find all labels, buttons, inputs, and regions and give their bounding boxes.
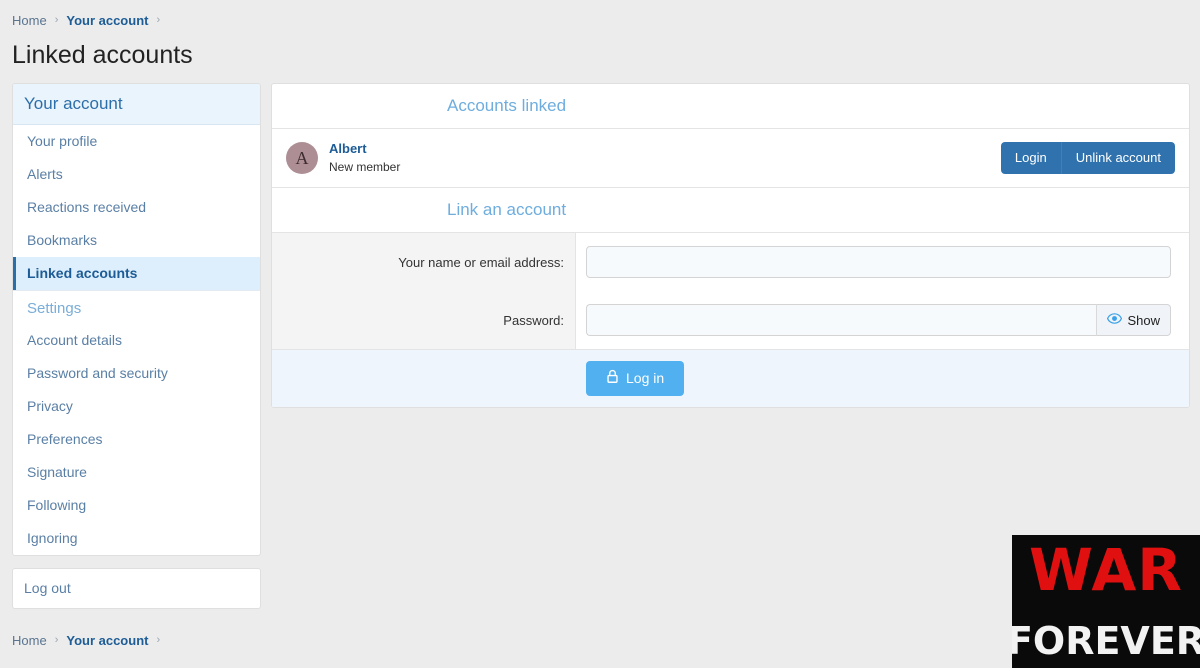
sidebar-item-privacy[interactable]: Privacy [13,390,260,423]
war-forever-banner-image: WAR FOREVER [1012,535,1200,668]
breadcrumb-your-account-link-bottom[interactable]: Your account [66,633,148,648]
sidebar-item-bookmarks[interactable]: Bookmarks [13,224,260,257]
sidebar-item-following[interactable]: Following [13,489,260,522]
main-panel: Accounts linked A Albert New member Logi… [271,83,1190,408]
sidebar-item-your-profile[interactable]: Your profile [13,125,260,158]
sidebar-item-password-and-security[interactable]: Password and security [13,357,260,390]
password-field-wrapper: Show [576,291,1189,349]
sidebar-section-settings: Settings [27,300,82,317]
breadcrumb-top: Home › Your account › [0,0,1200,40]
account-meta: Albert New member [329,141,400,175]
password-input-group: Show [586,304,1171,336]
form-footer: Log in [272,349,1189,407]
accounts-linked-header: Accounts linked [272,84,1189,129]
name-field-label: Your name or email address: [272,233,576,291]
sidebar-item-reactions-received[interactable]: Reactions received [13,191,260,224]
breadcrumb-separator-icon: › [156,634,161,646]
account-action-group: Login Unlink account [1000,142,1175,174]
show-password-button[interactable]: Show [1096,304,1171,336]
sidebar-item-ignoring[interactable]: Ignoring [13,522,260,555]
eye-icon [1107,311,1123,329]
page-title: Linked accounts [12,41,193,69]
banner-forever-text: FOREVER [1012,619,1200,663]
log-in-button[interactable]: Log in [586,361,685,396]
linked-account-row: A Albert New member Login Unlink account [272,129,1189,188]
name-field-wrapper [576,233,1189,291]
sidebar-item-preferences[interactable]: Preferences [13,423,260,456]
log-in-label: Log in [626,370,665,386]
breadcrumb-home-link-bottom[interactable]: Home [12,633,47,648]
account-username-link[interactable]: Albert [329,141,400,157]
breadcrumb-separator-icon: › [54,634,59,646]
logout-link[interactable]: Log out [13,569,260,608]
sidebar-item-signature[interactable]: Signature [13,456,260,489]
lock-icon [606,369,619,388]
banner-war-text: WAR [1029,536,1183,604]
link-account-form: Your name or email address: Password: Sh… [272,233,1189,407]
link-an-account-header: Link an account [272,188,1189,233]
sidebar-item-account-details[interactable]: Account details [13,324,260,357]
form-row-password: Password: Show [272,291,1189,349]
breadcrumb-separator-icon: › [156,14,161,26]
breadcrumb-separator-icon: › [54,14,59,26]
sidebar-header: Your account [13,84,260,125]
sidebar-item-linked-accounts[interactable]: Linked accounts [13,257,260,290]
sidebar-item-alerts[interactable]: Alerts [13,158,260,191]
avatar: A [286,142,318,174]
unlink-account-button[interactable]: Unlink account [1060,142,1175,174]
account-user-title: New member [329,160,401,174]
name-or-email-input[interactable] [586,246,1171,278]
sidebar-nav-block: Your account Your profile Alerts Reactio… [12,83,261,556]
password-field-label: Password: [272,291,576,349]
sidebar-logout-block: Log out [12,568,261,609]
show-password-label: Show [1127,312,1160,328]
sidebar: Your account Your profile Alerts Reactio… [12,83,261,609]
page-layout: Your account Your profile Alerts Reactio… [0,70,1200,609]
form-row-name: Your name or email address: [272,233,1189,291]
password-input[interactable] [586,304,1097,336]
breadcrumb-bottom: Home › Your account › [0,620,180,660]
breadcrumb-your-account-link[interactable]: Your account [66,13,148,28]
login-button[interactable]: Login [1000,142,1061,174]
breadcrumb-home-link[interactable]: Home [12,13,47,28]
